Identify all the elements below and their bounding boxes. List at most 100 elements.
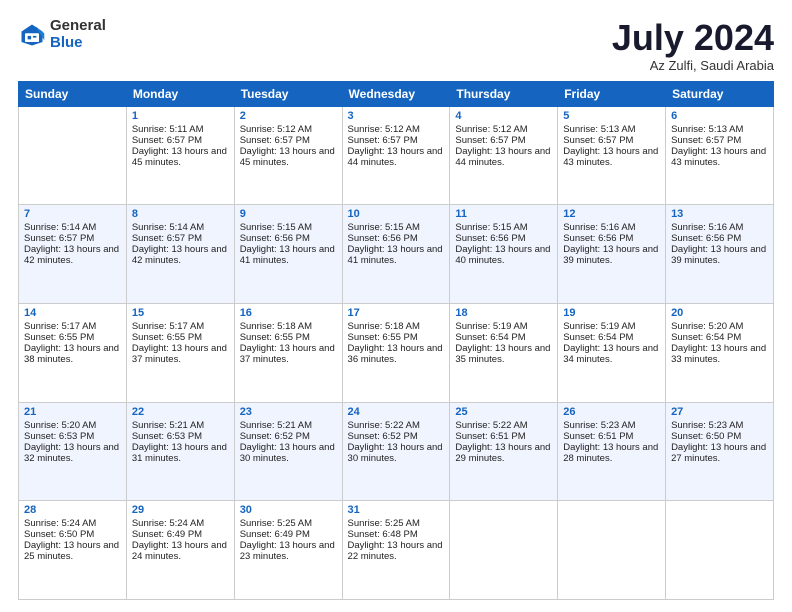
day-number: 28 xyxy=(24,504,121,516)
sunrise-text: Sunrise: 5:24 AM xyxy=(24,518,121,529)
calendar-cell: 19Sunrise: 5:19 AMSunset: 6:54 PMDayligh… xyxy=(558,303,666,402)
day-number: 14 xyxy=(24,307,121,319)
daylight-text: Daylight: 13 hours and 30 minutes. xyxy=(348,442,445,464)
day-number: 8 xyxy=(132,208,229,220)
day-number: 31 xyxy=(348,504,445,516)
sunset-text: Sunset: 6:49 PM xyxy=(132,529,229,540)
day-number: 1 xyxy=(132,110,229,122)
sunrise-text: Sunrise: 5:12 AM xyxy=(240,124,337,135)
sunrise-text: Sunrise: 5:25 AM xyxy=(348,518,445,529)
calendar-cell: 28Sunrise: 5:24 AMSunset: 6:50 PMDayligh… xyxy=(19,501,127,600)
sunset-text: Sunset: 6:55 PM xyxy=(24,332,121,343)
sunrise-text: Sunrise: 5:13 AM xyxy=(671,124,768,135)
day-number: 17 xyxy=(348,307,445,319)
calendar-cell: 27Sunrise: 5:23 AMSunset: 6:50 PMDayligh… xyxy=(666,402,774,501)
sunset-text: Sunset: 6:56 PM xyxy=(671,233,768,244)
calendar-header-tuesday: Tuesday xyxy=(234,81,342,106)
sunset-text: Sunset: 6:52 PM xyxy=(240,431,337,442)
day-number: 21 xyxy=(24,406,121,418)
sunset-text: Sunset: 6:48 PM xyxy=(348,529,445,540)
sunrise-text: Sunrise: 5:15 AM xyxy=(348,222,445,233)
calendar-header-sunday: Sunday xyxy=(19,81,127,106)
sunset-text: Sunset: 6:56 PM xyxy=(348,233,445,244)
sunrise-text: Sunrise: 5:16 AM xyxy=(671,222,768,233)
daylight-text: Daylight: 13 hours and 32 minutes. xyxy=(24,442,121,464)
calendar-cell: 17 Sunrise: 5:18 AMSunset: 6:55 PMDayligh… xyxy=(342,303,450,402)
sunrise-text: Sunrise: 5:24 AM xyxy=(132,518,229,529)
calendar-cell: 12Sunrise: 5:16 AMSunset: 6:56 PMDayligh… xyxy=(558,205,666,304)
logo: General Blue xyxy=(18,18,106,51)
day-number: 16 xyxy=(240,307,337,319)
day-number: 23 xyxy=(240,406,337,418)
calendar-cell: 8Sunrise: 5:14 AMSunset: 6:57 PMDaylight… xyxy=(126,205,234,304)
sunrise-text: Sunrise: 5:12 AM xyxy=(455,124,552,135)
title-block: July 2024 Az Zulfi, Saudi Arabia xyxy=(612,18,774,73)
calendar-cell: 3Sunrise: 5:12 AMSunset: 6:57 PMDaylight… xyxy=(342,106,450,205)
sunrise-text: Sunrise: 5:11 AM xyxy=(132,124,229,135)
calendar-cell: 6Sunrise: 5:13 AMSunset: 6:57 PMDaylight… xyxy=(666,106,774,205)
sunrise-text: Sunrise: 5:20 AM xyxy=(671,321,768,332)
sunset-text: Sunset: 6:54 PM xyxy=(455,332,552,343)
sunrise-text: Sunrise: 5:23 AM xyxy=(671,420,768,431)
daylight-text: Daylight: 13 hours and 23 minutes. xyxy=(240,540,337,562)
month-title: July 2024 xyxy=(612,18,774,58)
calendar-header-row: SundayMondayTuesdayWednesdayThursdayFrid… xyxy=(19,81,774,106)
calendar-header-thursday: Thursday xyxy=(450,81,558,106)
sunset-text: Sunset: 6:53 PM xyxy=(132,431,229,442)
calendar-week-row-2: 7Sunrise: 5:14 AMSunset: 6:57 PMDaylight… xyxy=(19,205,774,304)
sunrise-text: Sunrise: 5:15 AM xyxy=(455,222,552,233)
daylight-text: Daylight: 13 hours and 44 minutes. xyxy=(455,146,552,168)
daylight-text: Daylight: 13 hours and 29 minutes. xyxy=(455,442,552,464)
calendar-cell: 29Sunrise: 5:24 AMSunset: 6:49 PMDayligh… xyxy=(126,501,234,600)
calendar-cell: 24Sunrise: 5:22 AMSunset: 6:52 PMDayligh… xyxy=(342,402,450,501)
calendar-header-monday: Monday xyxy=(126,81,234,106)
daylight-text: Daylight: 13 hours and 35 minutes. xyxy=(455,343,552,365)
daylight-text: Daylight: 13 hours and 43 minutes. xyxy=(671,146,768,168)
sunrise-text: Sunrise: 5:13 AM xyxy=(563,124,660,135)
sunset-text: Sunset: 6:55 PM xyxy=(240,332,337,343)
daylight-text: Daylight: 13 hours and 36 minutes. xyxy=(348,343,445,365)
calendar-week-row-3: 14Sunrise: 5:17 AMSunset: 6:55 PMDayligh… xyxy=(19,303,774,402)
sunset-text: Sunset: 6:57 PM xyxy=(132,135,229,146)
sunset-text: Sunset: 6:55 PM xyxy=(348,332,445,343)
calendar-cell xyxy=(19,106,127,205)
daylight-text: Daylight: 13 hours and 39 minutes. xyxy=(563,244,660,266)
calendar-cell: 5Sunrise: 5:13 AMSunset: 6:57 PMDaylight… xyxy=(558,106,666,205)
day-number: 6 xyxy=(671,110,768,122)
header: General Blue July 2024 Az Zulfi, Saudi A… xyxy=(18,18,774,73)
calendar-cell: 21Sunrise: 5:20 AMSunset: 6:53 PMDayligh… xyxy=(19,402,127,501)
sunset-text: Sunset: 6:57 PM xyxy=(132,233,229,244)
calendar-cell: 23Sunrise: 5:21 AMSunset: 6:52 PMDayligh… xyxy=(234,402,342,501)
daylight-text: Daylight: 13 hours and 41 minutes. xyxy=(348,244,445,266)
sunrise-text: Sunrise: 5:15 AM xyxy=(240,222,337,233)
daylight-text: Daylight: 13 hours and 45 minutes. xyxy=(132,146,229,168)
daylight-text: Daylight: 13 hours and 41 minutes. xyxy=(240,244,337,266)
day-number: 20 xyxy=(671,307,768,319)
daylight-text: Daylight: 13 hours and 42 minutes. xyxy=(132,244,229,266)
sunset-text: Sunset: 6:50 PM xyxy=(24,529,121,540)
calendar-cell xyxy=(558,501,666,600)
sunrise-text: Sunrise: 5:18 AM xyxy=(240,321,337,332)
sunrise-text: Sunrise: 5:18 AM xyxy=(348,321,445,332)
sunset-text: Sunset: 6:56 PM xyxy=(240,233,337,244)
sunset-text: Sunset: 6:56 PM xyxy=(455,233,552,244)
day-number: 25 xyxy=(455,406,552,418)
calendar-cell: 15Sunrise: 5:17 AMSunset: 6:55 PMDayligh… xyxy=(126,303,234,402)
sunrise-text: Sunrise: 5:22 AM xyxy=(455,420,552,431)
sunrise-text: Sunrise: 5:20 AM xyxy=(24,420,121,431)
calendar-cell: 9Sunrise: 5:15 AMSunset: 6:56 PMDaylight… xyxy=(234,205,342,304)
daylight-text: Daylight: 13 hours and 42 minutes. xyxy=(24,244,121,266)
sunset-text: Sunset: 6:49 PM xyxy=(240,529,337,540)
daylight-text: Daylight: 13 hours and 37 minutes. xyxy=(132,343,229,365)
sunrise-text: Sunrise: 5:23 AM xyxy=(563,420,660,431)
daylight-text: Daylight: 13 hours and 38 minutes. xyxy=(24,343,121,365)
page: General Blue July 2024 Az Zulfi, Saudi A… xyxy=(0,0,792,612)
calendar-header-saturday: Saturday xyxy=(666,81,774,106)
calendar-cell: 10Sunrise: 5:15 AMSunset: 6:56 PMDayligh… xyxy=(342,205,450,304)
daylight-text: Daylight: 13 hours and 39 minutes. xyxy=(671,244,768,266)
calendar-cell: 7Sunrise: 5:14 AMSunset: 6:57 PMDaylight… xyxy=(19,205,127,304)
daylight-text: Daylight: 13 hours and 40 minutes. xyxy=(455,244,552,266)
day-number: 2 xyxy=(240,110,337,122)
day-number: 27 xyxy=(671,406,768,418)
sunset-text: Sunset: 6:52 PM xyxy=(348,431,445,442)
